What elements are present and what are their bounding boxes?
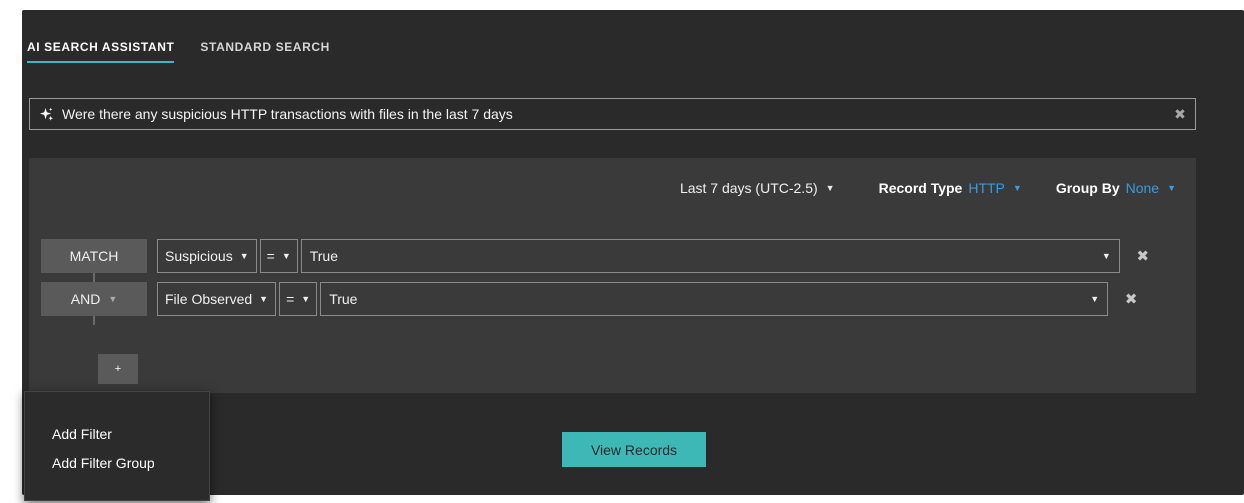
row-connector xyxy=(93,316,95,325)
value-label: True xyxy=(329,291,358,307)
operator-label: MATCH xyxy=(69,248,119,264)
group-by-label: Group By xyxy=(1055,180,1120,196)
caret-down-icon: ▼ xyxy=(1090,294,1100,304)
remove-filter-icon[interactable]: ✖ xyxy=(1118,282,1144,316)
filter-row: AND ▼ File Observed ▼ = ▼ True ▼ ✖ xyxy=(41,282,1144,316)
caret-down-icon: ▼ xyxy=(825,183,835,193)
caret-down-icon: ▼ xyxy=(1167,183,1176,193)
view-records-button[interactable]: View Records xyxy=(562,432,706,467)
comparator-dropdown[interactable]: = ▼ xyxy=(259,239,298,273)
ai-search-box: ✖ xyxy=(29,98,1196,130)
group-by-group: Group By None ▼ xyxy=(1056,180,1176,196)
caret-down-icon: ▼ xyxy=(281,251,291,261)
filter-row: MATCH Suspicious ▼ = ▼ True ▼ ✖ xyxy=(41,239,1156,273)
value-label: True xyxy=(309,248,339,264)
caret-down-icon: ▼ xyxy=(1101,251,1111,261)
add-filter-menu: Add Filter Add Filter Group xyxy=(24,391,210,501)
search-tabs: AI SEARCH ASSISTANT STANDARD SEARCH xyxy=(27,40,330,63)
caret-down-icon: ▼ xyxy=(239,251,249,261)
caret-down-icon: ▼ xyxy=(301,294,311,304)
close-icon[interactable]: ✖ xyxy=(1165,99,1195,129)
sparkle-icon xyxy=(38,106,54,122)
comparator-dropdown[interactable]: = ▼ xyxy=(279,282,318,316)
row-connector xyxy=(93,273,95,282)
field-label: File Observed xyxy=(165,291,253,307)
comparator-label: = xyxy=(286,291,295,307)
time-range-label: Last 7 days (UTC-2.5) xyxy=(679,180,818,196)
value-dropdown[interactable]: True ▼ xyxy=(300,239,1120,273)
record-type-value: HTTP xyxy=(968,180,1005,196)
menu-item-add-filter[interactable]: Add Filter xyxy=(25,420,209,448)
remove-filter-icon[interactable]: ✖ xyxy=(1130,239,1156,273)
query-builder: Last 7 days (UTC-2.5) ▼ Record Type HTTP… xyxy=(29,158,1196,393)
tab-ai-search-assistant[interactable]: AI SEARCH ASSISTANT xyxy=(27,40,175,63)
record-type-label: Record Type xyxy=(878,180,963,196)
search-input[interactable] xyxy=(62,99,1165,129)
builder-header: Last 7 days (UTC-2.5) ▼ Record Type HTTP… xyxy=(680,180,1176,196)
field-label: Suspicious xyxy=(165,248,233,264)
time-range-dropdown[interactable]: Last 7 days (UTC-2.5) ▼ xyxy=(680,180,835,196)
field-dropdown[interactable]: Suspicious ▼ xyxy=(157,239,257,273)
field-dropdown[interactable]: File Observed ▼ xyxy=(157,282,277,316)
operator-label: AND xyxy=(70,291,101,307)
value-dropdown[interactable]: True ▼ xyxy=(320,282,1109,316)
group-by-dropdown[interactable]: None ▼ xyxy=(1126,180,1176,196)
record-type-dropdown[interactable]: HTTP ▼ xyxy=(968,180,1021,196)
comparator-label: = xyxy=(266,248,275,264)
match-operator: MATCH xyxy=(41,239,147,273)
menu-item-add-filter-group[interactable]: Add Filter Group xyxy=(25,449,209,477)
tab-standard-search[interactable]: STANDARD SEARCH xyxy=(200,40,329,63)
group-by-value: None xyxy=(1125,180,1160,196)
caret-down-icon: ▼ xyxy=(1012,183,1022,193)
add-filter-button[interactable]: + xyxy=(98,354,138,384)
caret-down-icon: ▼ xyxy=(259,294,269,304)
caret-down-icon: ▼ xyxy=(108,294,118,304)
record-type-group: Record Type HTTP ▼ xyxy=(879,180,1022,196)
and-operator-dropdown[interactable]: AND ▼ xyxy=(41,282,147,316)
